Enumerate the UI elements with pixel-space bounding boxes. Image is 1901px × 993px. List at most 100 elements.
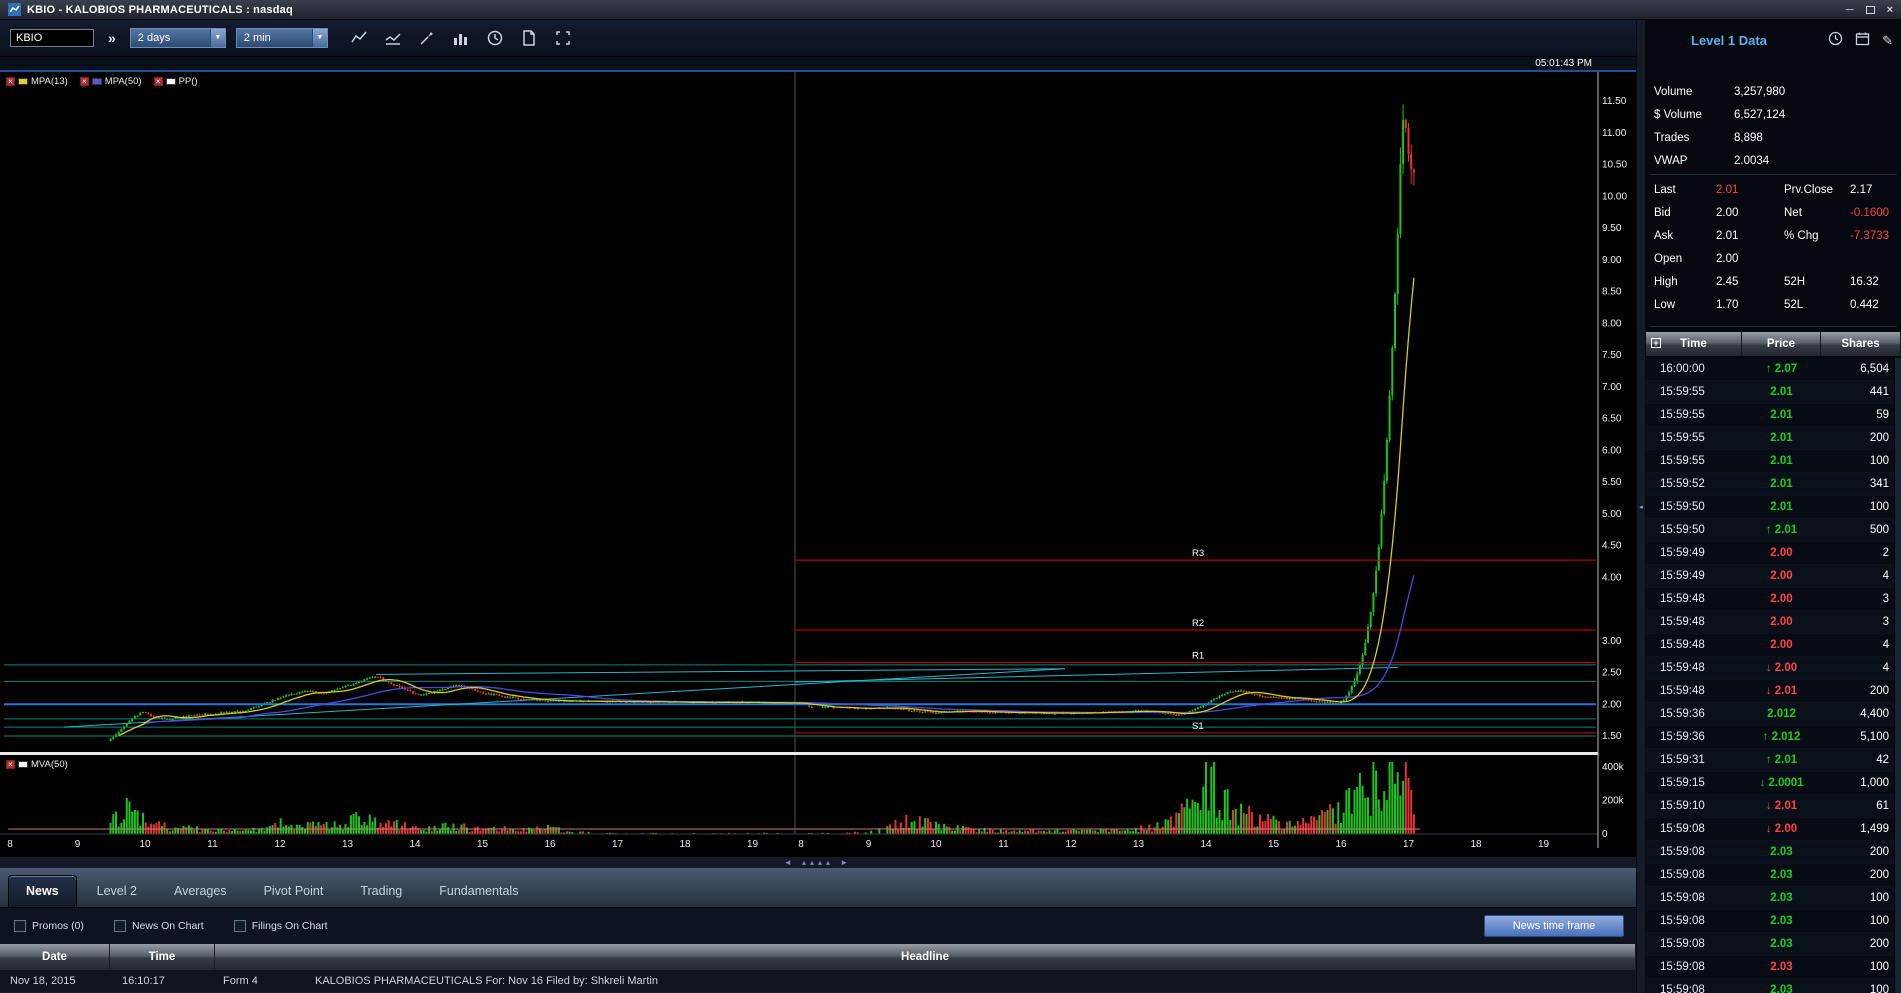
time-sales-body: 16:00:00↑ 2.076,50415:59:552.0144115:59:… [1646, 358, 1901, 993]
chart-h-scrollbar[interactable]: ◄ ▴▴▴▴ ► [0, 856, 1636, 868]
checkbox-box[interactable] [14, 920, 26, 932]
chart-tool-buttons [348, 27, 574, 49]
quote-row: Last2.01Prv.Close2.17 [1646, 180, 1901, 203]
bottom-tabs: NewsLevel 2AveragesPivot PointTradingFun… [0, 868, 1636, 908]
history-clock-icon[interactable] [1828, 31, 1843, 51]
news-filter-checkboxes: Promos (0) News On Chart Filings On Chart [14, 920, 328, 932]
time-sales-row: 15:59:552.01200 [1646, 427, 1901, 450]
checkbox-label: News On Chart [132, 920, 204, 932]
ts-time: 15:59:48 [1646, 616, 1742, 628]
ts-price: 2.00 [1742, 570, 1821, 582]
svg-text:5.50: 5.50 [1602, 477, 1622, 488]
news-col-date[interactable]: Date [0, 944, 110, 970]
time-sales-row: 15:59:082.03100 [1646, 956, 1901, 979]
legend-close-icon[interactable]: × [80, 77, 89, 86]
quote-row: Bid2.00Net-0.1600 [1646, 203, 1901, 226]
tab-averages[interactable]: Averages [157, 876, 244, 907]
clock-icon[interactable] [484, 27, 506, 49]
ts-col-shares[interactable]: Shares [1821, 332, 1901, 356]
indicator-chart-icon[interactable] [382, 27, 404, 49]
svg-text:11: 11 [998, 839, 1009, 850]
price-chart[interactable]: R3R2R1S111.5011.0010.5010.009.509.008.50… [0, 72, 1636, 856]
brush-icon[interactable] [416, 27, 438, 49]
legend-close-icon[interactable]: × [6, 760, 15, 769]
ts-time: 15:59:49 [1646, 547, 1742, 559]
calendar-icon[interactable] [1855, 31, 1870, 51]
ts-shares: 4,400 [1821, 708, 1901, 720]
time-sales-row: 15:59:31↑ 2.0142 [1646, 749, 1901, 772]
fullscreen-icon[interactable] [552, 27, 574, 49]
minimize-button[interactable]: ─ [1846, 4, 1854, 16]
checkbox-filings-on-chart[interactable]: Filings On Chart [234, 920, 328, 932]
scroll-right-icon[interactable]: ► [840, 858, 852, 867]
ts-price: 2.01 [1742, 478, 1821, 490]
time-sales-row: 15:59:502.01100 [1646, 496, 1901, 519]
checkbox-box[interactable] [234, 920, 246, 932]
time-sales-row: 15:59:08↓ 2.001,499 [1646, 818, 1901, 841]
l1-stat-row: VWAP2.0034 [1646, 149, 1901, 172]
close-button[interactable]: × [1887, 4, 1893, 16]
svg-text:0: 0 [1602, 829, 1608, 840]
news-time-frame-button[interactable]: News time frame [1484, 915, 1624, 937]
volume-bars-icon[interactable] [450, 27, 472, 49]
tab-fundamentals[interactable]: Fundamentals [422, 876, 535, 907]
tab-pivot-point[interactable]: Pivot Point [247, 876, 341, 907]
document-icon[interactable] [518, 27, 540, 49]
scroll-left-icon[interactable]: ◄ [784, 858, 796, 867]
svg-text:18: 18 [679, 839, 691, 850]
tab-news[interactable]: News [8, 875, 77, 907]
time-sales-row: 16:00:00↑ 2.076,504 [1646, 358, 1901, 381]
panel-splitter[interactable]: ◂ [1636, 20, 1646, 993]
svg-text:13: 13 [1133, 839, 1145, 850]
ts-col-time[interactable]: +Time [1646, 332, 1742, 356]
ts-shares: 200 [1821, 869, 1901, 881]
ts-col-price[interactable]: Price [1742, 332, 1821, 356]
ts-price: 2.00 [1742, 616, 1821, 628]
svg-text:17: 17 [1403, 839, 1415, 850]
symbol-input[interactable] [10, 29, 94, 47]
svg-text:10.50: 10.50 [1602, 160, 1627, 171]
news-time: 16:10:17 [110, 975, 215, 987]
time-sales-row: 15:59:362.0124,400 [1646, 703, 1901, 726]
ts-price: 2.00 [1742, 639, 1821, 651]
interval-select[interactable]: 2 min ▼ [236, 28, 328, 48]
ts-price: 2.03 [1742, 892, 1821, 904]
expand-chevron-button[interactable]: » [108, 30, 116, 46]
svg-text:8.00: 8.00 [1602, 318, 1622, 329]
tab-trading[interactable]: Trading [343, 876, 419, 907]
ts-price: ↑ 2.012 [1742, 731, 1821, 743]
news-col-time[interactable]: Time [110, 944, 215, 970]
range-select[interactable]: 2 days ▼ [130, 28, 226, 48]
chevron-down-icon: ▼ [210, 29, 225, 47]
checkbox-promos-0-[interactable]: Promos (0) [14, 920, 84, 932]
svg-text:2.50: 2.50 [1602, 668, 1622, 679]
add-column-icon[interactable]: + [1651, 338, 1661, 348]
ts-time: 15:59:55 [1646, 432, 1742, 444]
line-chart-icon[interactable] [348, 27, 370, 49]
ts-time: 15:59:08 [1646, 961, 1742, 973]
legend-close-icon[interactable]: × [6, 77, 15, 86]
news-row[interactable]: Nov 18, 201516:10:17Form 4KALOBIOS PHARM… [0, 970, 1636, 993]
legend-close-icon[interactable]: × [154, 77, 163, 86]
maximize-button[interactable] [1866, 6, 1875, 14]
time-sales-scrollbar[interactable] [1894, 358, 1901, 993]
checkbox-news-on-chart[interactable]: News On Chart [114, 920, 204, 932]
ts-time: 15:59:55 [1646, 409, 1742, 421]
svg-text:16: 16 [544, 839, 556, 850]
app-icon [8, 3, 21, 16]
ts-time: 15:59:48 [1646, 662, 1742, 674]
time-sales-row: 15:59:48↓ 2.01200 [1646, 680, 1901, 703]
time-sales-row: 15:59:50↑ 2.01500 [1646, 519, 1901, 542]
ts-shares: 61 [1821, 800, 1901, 812]
news-col-headline[interactable]: Headline [215, 944, 1636, 970]
candlestick-chart-canvas[interactable]: R3R2R1S111.5011.0010.5010.009.509.008.50… [0, 72, 1636, 856]
checkbox-box[interactable] [114, 920, 126, 932]
ts-shares: 3 [1821, 593, 1901, 605]
ts-shares: 4 [1821, 662, 1901, 674]
ts-time: 15:59:08 [1646, 938, 1742, 950]
svg-text:8: 8 [798, 839, 804, 850]
l1-stat-label: Volume [1654, 86, 1692, 98]
tab-level-2[interactable]: Level 2 [80, 876, 154, 907]
edit-pencil-icon[interactable]: ✎ [1882, 34, 1893, 48]
ts-shares: 42 [1821, 754, 1901, 766]
